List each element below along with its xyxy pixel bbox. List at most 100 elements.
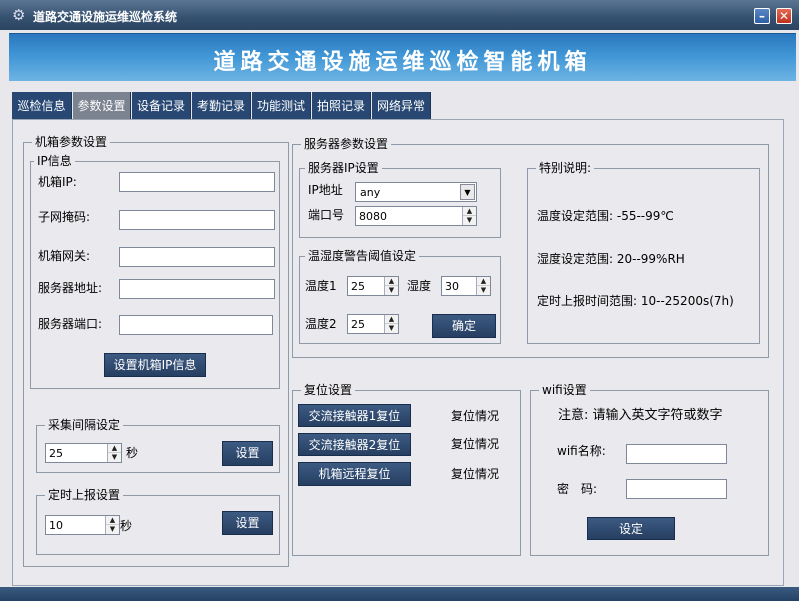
report-interval-legend: 定时上报设置 [45,488,124,502]
tab-network-exception[interactable]: 网络异常 [372,92,431,120]
tab-content-panel: 机箱参数设置 IP信息 机箱IP: 子网掩码: 机箱网关: 服务器地址: 服务器… [12,119,784,586]
report-interval-set-button[interactable]: 设置 [222,511,273,535]
server-ip-value: any [360,186,381,199]
reset-legend: 复位设置 [301,383,356,397]
threshold-legend: 温湿度警告阈值设定 [305,249,420,263]
wifi-legend: wifi设置 [539,383,590,397]
collect-interval-group: 采集间隔设定 25 ▲ ▼ 秒 设置 [36,418,280,473]
spinner-down-icon[interactable]: ▼ [106,525,119,534]
humidity-range-note: 湿度设定范围: 20--99%RH [537,252,685,266]
minimize-button[interactable]: – [754,8,770,24]
collect-interval-set-button[interactable]: 设置 [222,441,273,466]
ip-info-legend: IP信息 [34,154,75,168]
ip-info-group: IP信息 机箱IP: 子网掩码: 机箱网关: 服务器地址: 服务器端口: 设置机… [30,154,280,389]
spinner-down-icon[interactable]: ▼ [385,324,398,333]
tab-attendance-records[interactable]: 考勤记录 [192,92,251,120]
collect-interval-legend: 采集间隔设定 [45,418,124,432]
report-interval-value: 10 [49,519,63,532]
collect-interval-value: 25 [49,447,63,460]
server-port-spinner[interactable]: 8080 ▲ ▼ [355,206,477,226]
notes-legend: 特别说明: [536,161,595,175]
humidity-label: 湿度 [407,279,432,293]
contactor1-reset-button[interactable]: 交流接触器1复位 [298,404,411,427]
set-box-ip-button[interactable]: 设置机箱IP信息 [104,353,206,377]
spinner-up-icon[interactable]: ▲ [463,207,476,216]
wifi-password-input[interactable] [626,479,727,499]
humidity-value: 30 [445,280,459,293]
close-button[interactable]: ✕ [776,8,792,24]
threshold-confirm-button[interactable]: 确定 [432,314,496,338]
contactor2-reset-status: 复位情况 [451,437,500,451]
report-interval-unit: 秒 [120,519,133,533]
status-bar [0,587,799,601]
header-banner: 道路交通设施运维巡检智能机箱 [9,33,796,81]
banner-title: 道路交通设施运维巡检智能机箱 [213,49,592,75]
wifi-set-button[interactable]: 设定 [587,517,675,540]
server-port-input[interactable] [119,315,273,335]
contactor2-reset-button[interactable]: 交流接触器2复位 [298,433,411,456]
tab-device-records[interactable]: 设备记录 [132,92,191,120]
spinner-down-icon[interactable]: ▼ [385,286,398,295]
server-ip-select[interactable]: any ▼ [355,182,477,202]
tab-parameter-settings[interactable]: 参数设置 [73,92,131,120]
subnet-input[interactable] [119,210,275,230]
server-params-group: 服务器参数设置 服务器IP设置 IP地址 any ▼ 端口号 8080 ▲ ▼ 温… [292,137,769,358]
box-ip-input[interactable] [119,172,275,192]
collect-interval-spinner[interactable]: 25 ▲ ▼ [45,443,122,463]
temp2-label: 温度2 [305,317,337,331]
reset-group: 复位设置 交流接触器1复位 复位情况 交流接触器2复位 复位情况 机箱远程复位 … [292,383,521,556]
app-gear-icon: ⚙ [12,6,26,24]
gateway-label: 机箱网关: [38,249,91,263]
server-port-value: 8080 [359,210,387,223]
spinner-down-icon[interactable]: ▼ [463,216,476,225]
server-addr-label: 服务器地址: [38,281,103,295]
server-port-label: 服务器端口: [38,317,103,331]
tab-function-test[interactable]: 功能测试 [252,92,311,120]
chevron-down-icon[interactable]: ▼ [460,184,475,200]
threshold-group: 温湿度警告阈值设定 温度1 25 ▲ ▼ 湿度 30 ▲ ▼ 温度2 25 ▲ ▼ 确… [299,249,501,344]
wifi-password-label: 密 码: [557,482,598,496]
server-port-num-label: 端口号 [308,208,345,222]
temp2-value: 25 [351,318,365,331]
tab-inspection-info[interactable]: 巡检信息 [12,92,72,120]
window-title: 道路交通设施运维巡检系统 [33,10,178,24]
temp1-value: 25 [351,280,365,293]
temp1-label: 温度1 [305,279,337,293]
spinner-up-icon[interactable]: ▲ [477,277,490,286]
wifi-name-label: wifi名称: [557,444,606,458]
contactor1-reset-status: 复位情况 [451,409,500,423]
spinner-up-icon[interactable]: ▲ [106,516,119,525]
temp1-spinner[interactable]: 25 ▲ ▼ [347,276,399,296]
gateway-input[interactable] [119,247,275,267]
notes-group: 特别说明: 温度设定范围: -55--99℃ 湿度设定范围: 20--99%RH… [527,161,760,344]
box-remote-reset-status: 复位情况 [451,467,500,481]
wifi-notice: 注意: 请输入英文字符或数字 [558,408,723,423]
tab-photo-records[interactable]: 拍照记录 [312,92,371,120]
report-range-note: 定时上报时间范围: 10--25200s(7h) [537,294,734,308]
spinner-down-icon[interactable]: ▼ [477,286,490,295]
subnet-label: 子网掩码: [38,210,91,224]
app-window: ⚙ 道路交通设施运维巡检系统 – ✕ 道路交通设施运维巡检智能机箱 巡检信息 参… [0,0,799,601]
box-remote-reset-button[interactable]: 机箱远程复位 [298,462,411,486]
report-interval-spinner[interactable]: 10 ▲ ▼ [45,515,120,535]
temp-range-note: 温度设定范围: -55--99℃ [537,209,674,223]
temp2-spinner[interactable]: 25 ▲ ▼ [347,314,399,334]
spinner-up-icon[interactable]: ▲ [385,315,398,324]
title-bar: ⚙ 道路交通设施运维巡检系统 – ✕ [0,0,799,30]
spinner-up-icon[interactable]: ▲ [108,444,121,453]
server-ip-group: 服务器IP设置 IP地址 any ▼ 端口号 8080 ▲ ▼ [299,161,501,238]
spinner-down-icon[interactable]: ▼ [108,453,121,462]
humidity-spinner[interactable]: 30 ▲ ▼ [441,276,491,296]
wifi-group: wifi设置 注意: 请输入英文字符或数字 wifi名称: 密 码: 设定 [530,383,769,556]
box-params-legend: 机箱参数设置 [32,135,111,149]
report-interval-group: 定时上报设置 10 ▲ ▼ 秒 设置 [36,488,280,555]
server-ip-addr-label: IP地址 [308,183,343,197]
spinner-up-icon[interactable]: ▲ [385,277,398,286]
server-ip-legend: 服务器IP设置 [305,161,382,175]
server-addr-input[interactable] [119,279,275,299]
box-params-group: 机箱参数设置 IP信息 机箱IP: 子网掩码: 机箱网关: 服务器地址: 服务器… [23,135,289,567]
box-ip-label: 机箱IP: [38,175,77,189]
wifi-name-input[interactable] [626,444,727,464]
server-params-legend: 服务器参数设置 [301,137,392,151]
collect-interval-unit: 秒 [126,446,139,460]
